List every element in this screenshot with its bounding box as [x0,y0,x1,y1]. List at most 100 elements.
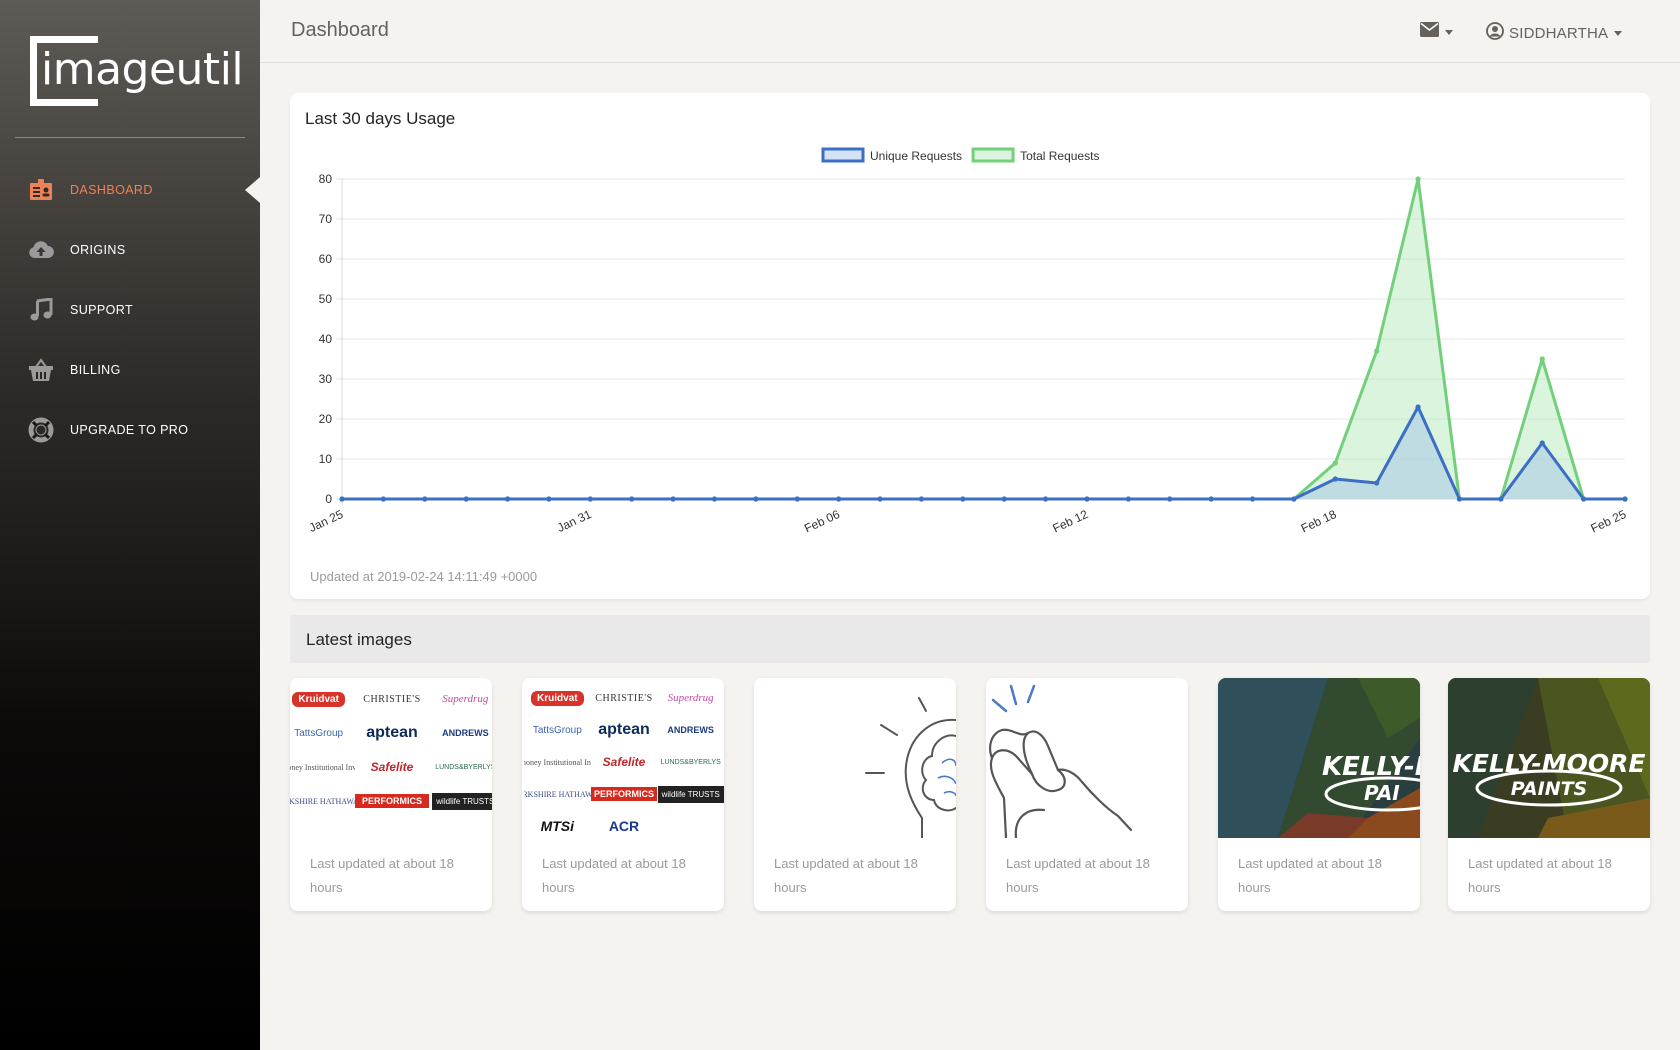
data-point [629,496,635,502]
logo-andrews: ANDREWS [667,725,714,735]
logo-performics: PERFORMICS [355,794,429,808]
logo-text: imageutil [41,44,244,95]
data-point [1332,460,1338,466]
data-point [1374,348,1380,354]
logo-grid-image: Kruidvat CHRISTIE'S Superdrug TattsGroup… [290,682,492,838]
logo-grid-image: Kruidvat CHRISTIE'S Superdrug TattsGroup… [524,682,724,838]
image-caption: Last updated at about 18 hours [1238,856,1382,895]
logo-lunds: LUNDS&BYERLYS [435,763,492,771]
username: SIDDHARTHA [1509,25,1609,42]
y-tick-label: 10 [319,452,333,466]
legend-swatch [971,147,1015,163]
data-point [1332,476,1338,482]
x-tick-label: Feb 12 [1050,507,1090,536]
image-thumbnail: KELLY-M PAI [1218,678,1420,838]
user-circle-icon [1486,22,1504,45]
data-point [1415,404,1421,410]
chevron-down-icon [1614,31,1623,36]
page-title: Dashboard [291,19,389,41]
image-thumbnail: KELLY-MOORE PAINTS [1448,678,1650,838]
kelly-moore-paint-chips-image: KELLY-M PAI [1218,678,1420,838]
sidebar-item-billing[interactable]: BILLING [0,340,260,400]
logo-berkshire: BERKSHIRE HATHAWAY [290,796,355,806]
sidebar-item-label: UPGRADE TO PRO [70,423,189,437]
data-point [1581,496,1587,502]
data-point [546,496,552,502]
usage-chart: 0 10 20 30 40 50 60 70 80 Jan 25 Jan 31 Feb 06 Feb 1… [307,147,1629,536]
logo-acr: ACR [608,818,640,834]
data-point [1415,176,1421,182]
image-card[interactable]: Kruidvat CHRISTIE'S Superdrug TattsGroup… [290,678,492,911]
data-point [1374,480,1380,486]
logo-christies: CHRISTIE'S [363,693,421,705]
logo-berkshire: BERKSHIRE HATHAWAY [524,789,591,799]
image-caption: Last updated at about 18 hours [1468,856,1612,895]
x-tick-label: Feb 06 [802,507,842,536]
image-card[interactable]: Kruidvat CHRISTIE'S Superdrug TattsGroup… [522,678,724,911]
kelly-moore-logo-image: KELLY-MOORE PAINTS [1448,678,1650,838]
data-point [1084,496,1090,502]
data-point [463,496,469,502]
sidebar-item-origins[interactable]: ORIGINS [0,220,260,280]
data-point [1042,496,1049,502]
sidebar-item-label: SUPPORT [70,303,133,317]
logo-aptean: aptean [366,724,418,741]
cloud-upload-icon [28,237,54,263]
logo-andrews: ANDREWS [442,728,489,738]
image-card[interactable]: KELLY-MOORE PAINTS Last updated at about… [1448,678,1650,911]
x-tick-label: Jan 31 [555,507,594,535]
updated-timestamp: Updated at 2019-02-24 14:11:49 +0000 [310,569,538,584]
y-tick-label: 40 [319,332,333,346]
data-point [1167,496,1173,502]
x-tick-label: Jan 25 [307,507,346,535]
image-card[interactable]: KELLY-M PAI Last updated at about 18 hou… [1218,678,1420,911]
y-tick-label: 70 [319,212,333,226]
x-tick-label: Feb 18 [1299,507,1339,536]
user-dropdown[interactable]: SIDDHARTHA [1486,22,1623,45]
data-point [670,496,676,502]
sidebar-item-dashboard[interactable]: DASHBOARD [0,160,260,220]
data-point [711,496,718,502]
y-tick-label: 50 [319,292,333,306]
chevron-down-icon [1445,29,1453,35]
lifebuoy-icon [28,417,54,443]
image-card[interactable]: Last updated at about 18 hours [986,678,1188,911]
logo-wildlife: wildlife TRUSTS [657,785,724,803]
logo-euromoney: Euromoney Institutional Investor [524,757,591,767]
id-badge-icon [28,177,54,203]
app-logo[interactable]: imageutil [30,36,244,106]
logo-kruidvat: Kruidvat [531,690,584,706]
logo-safelite: Safelite [602,755,646,769]
sidebar-item-label: ORIGINS [70,243,126,257]
legend-swatch [821,147,865,163]
paints-text: PAINTS [1511,778,1588,800]
data-point [339,496,345,502]
image-thumbnail: Kruidvat CHRISTIE'S Superdrug TattsGroup… [522,678,724,838]
image-card[interactable]: Last updated at about 18 hours [754,678,956,911]
y-tick-label: 80 [319,172,333,186]
logo-lunds: LUNDS&BYERLYS [660,758,721,766]
logo-wildlife: wildlife TRUSTS [432,792,492,810]
data-point [380,496,386,502]
logo-tatts: TattsGroup [532,724,582,736]
latest-images-header: Latest images [290,615,1650,663]
logo-christies: CHRISTIE'S [595,692,653,704]
section-title: Latest images [306,630,412,649]
sidebar-item-support[interactable]: SUPPORT [0,280,260,340]
data-point [1249,496,1256,502]
messages-dropdown[interactable] [1420,22,1453,42]
logo-safelite: Safelite [370,760,414,774]
legend-label: Total Requests [1020,149,1099,163]
data-point [587,496,593,502]
image-caption: Last updated at about 18 hours [310,856,454,895]
legend-label: Unique Requests [870,149,962,163]
data-point [1125,496,1131,502]
lightbulb-idea-icon [865,697,956,838]
x-tick-label: Feb 25 [1588,507,1628,536]
data-point [1539,440,1545,446]
data-point [918,496,925,502]
basket-icon [28,357,54,383]
usage-card: Last 30 days Usage 0 10 20 30 40 50 60 70 80 Jan … [290,93,1650,599]
sidebar-item-upgrade[interactable]: UPGRADE TO PRO [0,400,260,460]
data-point [504,496,511,502]
